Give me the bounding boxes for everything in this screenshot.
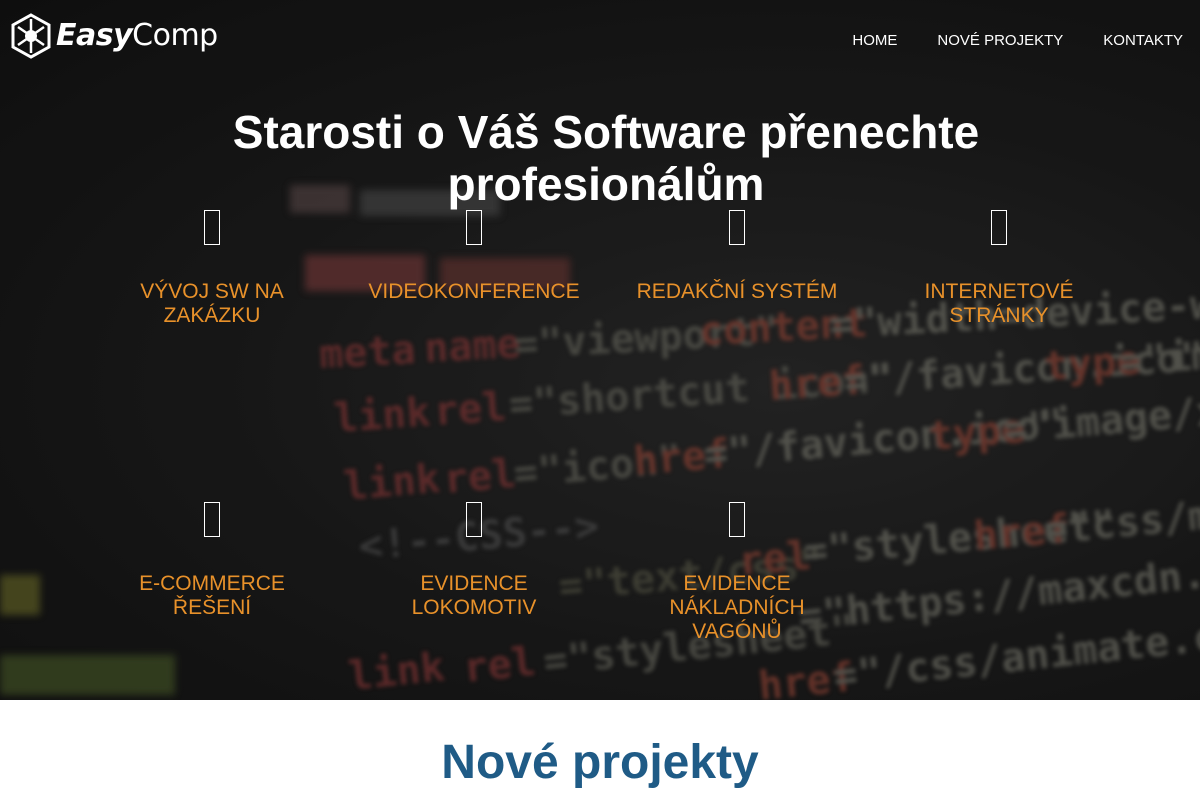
service-videoconference[interactable]: VIDEOKONFERENCE xyxy=(343,210,605,304)
main-nav: HOME NOVÉ PROJEKTY KONTAKTY xyxy=(812,32,1183,49)
nav-item-new-projects[interactable]: NOVÉ PROJEKTY xyxy=(937,32,1063,49)
video-icon xyxy=(466,210,482,245)
hero-headline: Starosti o Váš Software přenechte profes… xyxy=(232,106,980,210)
logo-mark-icon xyxy=(11,13,51,59)
service-ecommerce[interactable]: E-COMMERCE ŘEŠENÍ xyxy=(81,502,343,620)
code-icon xyxy=(204,210,220,245)
service-websites[interactable]: INTERNETOVÉ STRÁNKY xyxy=(868,210,1130,328)
service-custom-software[interactable]: VÝVOJ SW NA ZAKÁZKU xyxy=(81,210,343,328)
service-label: REDAKČNÍ SYSTÉM xyxy=(636,280,838,303)
service-label: EVIDENCE LOKOMOTIV xyxy=(411,572,537,619)
globe-icon xyxy=(991,210,1007,245)
train-icon xyxy=(466,502,482,537)
section-title-new-projects: Nové projekty xyxy=(441,736,759,789)
wagon-icon xyxy=(729,502,745,537)
service-wagon-records[interactable]: EVIDENCE NÁKLADNÍCH VAGÓNŮ xyxy=(606,502,868,644)
service-label: INTERNETOVÉ STRÁNKY xyxy=(924,280,1074,327)
service-label: EVIDENCE NÁKLADNÍCH VAGÓNŮ xyxy=(669,572,805,643)
service-label: VÝVOJ SW NA ZAKÁZKU xyxy=(140,280,284,327)
edit-icon xyxy=(729,210,745,245)
service-label: E-COMMERCE ŘEŠENÍ xyxy=(139,572,285,619)
hero-section: meta name ="viewport" content ="width=de… xyxy=(0,0,1200,700)
service-label: VIDEOKONFERENCE xyxy=(368,280,580,303)
service-cms[interactable]: REDAKČNÍ SYSTÉM xyxy=(606,210,868,304)
service-locomotive-records[interactable]: EVIDENCE LOKOMOTIV xyxy=(343,502,605,620)
brand-name: EasyComp xyxy=(56,18,218,53)
cart-icon xyxy=(204,502,220,537)
nav-item-home[interactable]: HOME xyxy=(852,32,897,49)
top-navbar: EasyComp HOME NOVÉ PROJEKTY KONTAKTY xyxy=(0,0,1200,80)
nav-item-contacts[interactable]: KONTAKTY xyxy=(1103,32,1183,49)
brand-logo[interactable]: EasyComp xyxy=(10,13,218,59)
